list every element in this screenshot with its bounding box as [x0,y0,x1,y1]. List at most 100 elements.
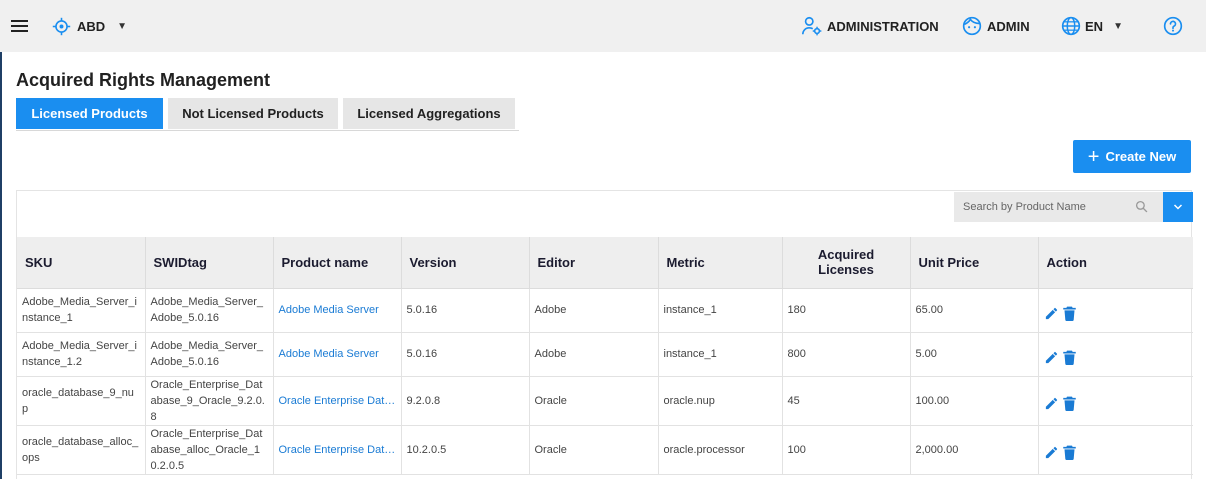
pencil-icon [1045,446,1057,459]
create-new-label: Create New [1105,149,1177,164]
edit-button[interactable] [1044,445,1059,460]
caret-down-icon: ▼ [1113,20,1123,32]
delete-button[interactable] [1062,306,1076,321]
product-name-link[interactable]: Oracle Enterprise Database [273,425,402,475]
edit-button[interactable] [1044,306,1059,321]
column-header-editor[interactable]: Editor [529,237,659,289]
administration-label: ADMINISTRATION [827,18,939,34]
delete-button[interactable] [1062,396,1076,411]
table-header-row: SKU SWIDtag Product name Version Editor … [17,237,1193,289]
cell-editor: Oracle [529,425,659,475]
column-header-action: Action [1038,237,1193,289]
trash-icon [1062,350,1076,365]
column-header-swidtag[interactable]: SWIDtag [145,237,274,289]
cell-version: 9.2.0.8 [401,376,530,426]
cell-acquired-licenses: 180 [782,288,911,333]
column-header-unit-price[interactable]: Unit Price [910,237,1039,289]
cell-unit-price: 2,000.00 [910,425,1039,475]
cell-acquired-licenses: 800 [782,332,911,377]
filter-dropdown-button[interactable] [1163,192,1193,222]
cell-metric: oracle.processor [658,425,783,475]
page-title: Acquired Rights Management [16,70,271,90]
cell-action [1038,332,1193,377]
tab-licensed-products[interactable]: Licensed Products [16,98,163,129]
column-header-acquired-licenses[interactable]: Acquired Licenses [782,237,911,289]
product-name-link[interactable]: Adobe Media Server [273,288,402,333]
cell-acquired-licenses: 45 [782,376,911,426]
cell-sku: oracle_database_alloc_ops [17,425,146,475]
column-header-sku[interactable]: SKU [17,237,146,289]
table-row: Adobe_Media_Server_instance_1 Adobe_Medi… [17,288,1193,333]
table-row: oracle_database_alloc_ops Oracle_Enterpr… [17,425,1193,475]
search-box [954,192,1163,222]
edit-button[interactable] [1044,350,1059,365]
trash-icon [1062,306,1076,321]
table-row: oracle_database_9_nup Oracle_Enterprise_… [17,376,1193,426]
products-card: SKU SWIDtag Product name Version Editor … [16,190,1193,479]
cell-acquired-licenses: 100 [782,425,911,475]
cell-swidtag: Oracle_Enterprise_Database_alloc_Oracle_… [145,425,274,475]
cell-action [1038,288,1193,333]
cell-metric: oracle.nup [658,376,783,426]
delete-button[interactable] [1062,350,1076,365]
cell-editor: Adobe [529,332,659,377]
delete-button[interactable] [1062,445,1076,460]
user-label: ADMIN [987,18,1030,34]
search-icon [1135,200,1148,213]
column-header-version[interactable]: Version [401,237,530,289]
product-name-link[interactable]: Adobe Media Server [273,332,402,377]
plus-icon: + [1087,145,1100,168]
cell-version: 5.0.16 [401,288,530,333]
cell-action [1038,425,1193,475]
environment-selector[interactable]: ABD ▼ [52,0,127,52]
question-icon [1163,16,1183,36]
create-new-button[interactable]: + Create New [1073,140,1191,173]
help-button[interactable] [1163,0,1183,52]
cell-swidtag: Oracle_Enterprise_Database_9_Oracle_9.2.… [145,376,274,426]
top-bar: ABD ▼ ADMINISTRATION ADMIN EN ▼ [0,0,1206,52]
cell-unit-price: 65.00 [910,288,1039,333]
cell-swidtag: Adobe_Media_Server_Adobe_5.0.16 [145,332,274,377]
cell-unit-price: 100.00 [910,376,1039,426]
crosshair-icon [52,17,71,35]
tab-licensed-aggregations[interactable]: Licensed Aggregations [343,98,515,129]
left-edge-strip [0,0,2,479]
chevron-down-icon [1173,204,1183,210]
cell-action [1038,376,1193,426]
edit-button[interactable] [1044,396,1059,411]
cell-editor: Oracle [529,376,659,426]
column-header-product-name[interactable]: Product name [273,237,402,289]
search-input[interactable] [963,201,1133,213]
face-icon [962,16,982,36]
table-row: Adobe_Media_Server_instance_1.2 Adobe_Me… [17,332,1193,377]
globe-icon [1061,16,1081,36]
cell-swidtag: Adobe_Media_Server_Adobe_5.0.16 [145,288,274,333]
trash-icon [1062,445,1076,460]
user-gear-icon [802,16,822,36]
products-table: SKU SWIDtag Product name Version Editor … [17,237,1193,475]
administration-menu[interactable]: ADMINISTRATION [801,0,939,52]
cell-metric: instance_1 [658,288,783,333]
cell-editor: Adobe [529,288,659,333]
hamburger-icon [11,20,28,32]
trash-icon [1062,396,1076,411]
environment-label: ABD [77,18,106,34]
cell-sku: oracle_database_9_nup [17,376,146,426]
cell-version: 5.0.16 [401,332,530,377]
user-menu[interactable]: ADMIN [962,0,1030,52]
pencil-icon [1045,397,1057,410]
menu-button[interactable] [11,0,28,52]
product-name-link[interactable]: Oracle Enterprise Database [273,376,402,426]
language-selector[interactable]: EN ▼ [1061,0,1123,52]
caret-down-icon: ▼ [117,20,128,32]
cell-sku: Adobe_Media_Server_instance_1 [17,288,146,333]
cell-sku: Adobe_Media_Server_instance_1.2 [17,332,146,377]
tab-bar: Licensed Products Not Licensed Products … [16,98,519,131]
tab-not-licensed-products[interactable]: Not Licensed Products [168,98,338,129]
pencil-icon [1045,351,1057,363]
pencil-icon [1045,307,1057,319]
column-header-metric[interactable]: Metric [658,237,783,289]
cell-unit-price: 5.00 [910,332,1039,377]
cell-metric: instance_1 [658,332,783,377]
cell-version: 10.2.0.5 [401,425,530,475]
